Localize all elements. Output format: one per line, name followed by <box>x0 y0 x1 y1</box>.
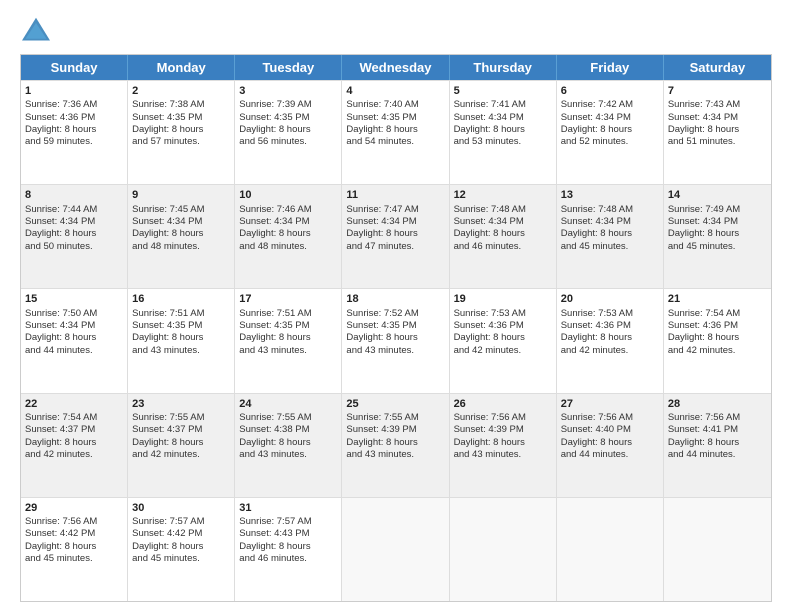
cal-header-sunday: Sunday <box>21 55 128 80</box>
cal-cell: 10Sunrise: 7:46 AMSunset: 4:34 PMDayligh… <box>235 185 342 288</box>
cal-cell: 26Sunrise: 7:56 AMSunset: 4:39 PMDayligh… <box>450 394 557 497</box>
cal-header-thursday: Thursday <box>450 55 557 80</box>
cal-cell: 12Sunrise: 7:48 AMSunset: 4:34 PMDayligh… <box>450 185 557 288</box>
header <box>20 16 772 44</box>
cal-row-0: 1Sunrise: 7:36 AMSunset: 4:36 PMDaylight… <box>21 80 771 184</box>
cal-cell: 1Sunrise: 7:36 AMSunset: 4:36 PMDaylight… <box>21 81 128 184</box>
cal-row-4: 29Sunrise: 7:56 AMSunset: 4:42 PMDayligh… <box>21 497 771 601</box>
cal-cell: 29Sunrise: 7:56 AMSunset: 4:42 PMDayligh… <box>21 498 128 601</box>
cal-cell: 28Sunrise: 7:56 AMSunset: 4:41 PMDayligh… <box>664 394 771 497</box>
cal-cell: 3Sunrise: 7:39 AMSunset: 4:35 PMDaylight… <box>235 81 342 184</box>
cal-row-1: 8Sunrise: 7:44 AMSunset: 4:34 PMDaylight… <box>21 184 771 288</box>
cal-cell: 7Sunrise: 7:43 AMSunset: 4:34 PMDaylight… <box>664 81 771 184</box>
cal-cell: 27Sunrise: 7:56 AMSunset: 4:40 PMDayligh… <box>557 394 664 497</box>
cal-cell: 24Sunrise: 7:55 AMSunset: 4:38 PMDayligh… <box>235 394 342 497</box>
cal-cell: 20Sunrise: 7:53 AMSunset: 4:36 PMDayligh… <box>557 289 664 392</box>
cal-cell: 14Sunrise: 7:49 AMSunset: 4:34 PMDayligh… <box>664 185 771 288</box>
cal-cell: 21Sunrise: 7:54 AMSunset: 4:36 PMDayligh… <box>664 289 771 392</box>
cal-cell: 31Sunrise: 7:57 AMSunset: 4:43 PMDayligh… <box>235 498 342 601</box>
cal-cell <box>664 498 771 601</box>
cal-header-wednesday: Wednesday <box>342 55 449 80</box>
calendar-header: SundayMondayTuesdayWednesdayThursdayFrid… <box>21 55 771 80</box>
cal-cell: 9Sunrise: 7:45 AMSunset: 4:34 PMDaylight… <box>128 185 235 288</box>
cal-cell: 16Sunrise: 7:51 AMSunset: 4:35 PMDayligh… <box>128 289 235 392</box>
logo <box>20 16 56 44</box>
cal-cell: 5Sunrise: 7:41 AMSunset: 4:34 PMDaylight… <box>450 81 557 184</box>
cal-cell: 23Sunrise: 7:55 AMSunset: 4:37 PMDayligh… <box>128 394 235 497</box>
calendar-body: 1Sunrise: 7:36 AMSunset: 4:36 PMDaylight… <box>21 80 771 601</box>
cal-header-tuesday: Tuesday <box>235 55 342 80</box>
cal-cell: 6Sunrise: 7:42 AMSunset: 4:34 PMDaylight… <box>557 81 664 184</box>
calendar: SundayMondayTuesdayWednesdayThursdayFrid… <box>20 54 772 602</box>
cal-cell: 4Sunrise: 7:40 AMSunset: 4:35 PMDaylight… <box>342 81 449 184</box>
cal-header-monday: Monday <box>128 55 235 80</box>
cal-cell <box>450 498 557 601</box>
cal-cell: 13Sunrise: 7:48 AMSunset: 4:34 PMDayligh… <box>557 185 664 288</box>
cal-cell <box>342 498 449 601</box>
cal-cell: 15Sunrise: 7:50 AMSunset: 4:34 PMDayligh… <box>21 289 128 392</box>
cal-cell: 11Sunrise: 7:47 AMSunset: 4:34 PMDayligh… <box>342 185 449 288</box>
cal-cell <box>557 498 664 601</box>
cal-header-saturday: Saturday <box>664 55 771 80</box>
logo-icon <box>20 16 52 44</box>
cal-cell: 22Sunrise: 7:54 AMSunset: 4:37 PMDayligh… <box>21 394 128 497</box>
cal-row-2: 15Sunrise: 7:50 AMSunset: 4:34 PMDayligh… <box>21 288 771 392</box>
cal-header-friday: Friday <box>557 55 664 80</box>
cal-row-3: 22Sunrise: 7:54 AMSunset: 4:37 PMDayligh… <box>21 393 771 497</box>
cal-cell: 17Sunrise: 7:51 AMSunset: 4:35 PMDayligh… <box>235 289 342 392</box>
page: SundayMondayTuesdayWednesdayThursdayFrid… <box>0 0 792 612</box>
cal-cell: 25Sunrise: 7:55 AMSunset: 4:39 PMDayligh… <box>342 394 449 497</box>
cal-cell: 8Sunrise: 7:44 AMSunset: 4:34 PMDaylight… <box>21 185 128 288</box>
cal-cell: 30Sunrise: 7:57 AMSunset: 4:42 PMDayligh… <box>128 498 235 601</box>
cal-cell: 19Sunrise: 7:53 AMSunset: 4:36 PMDayligh… <box>450 289 557 392</box>
cal-cell: 18Sunrise: 7:52 AMSunset: 4:35 PMDayligh… <box>342 289 449 392</box>
cal-cell: 2Sunrise: 7:38 AMSunset: 4:35 PMDaylight… <box>128 81 235 184</box>
